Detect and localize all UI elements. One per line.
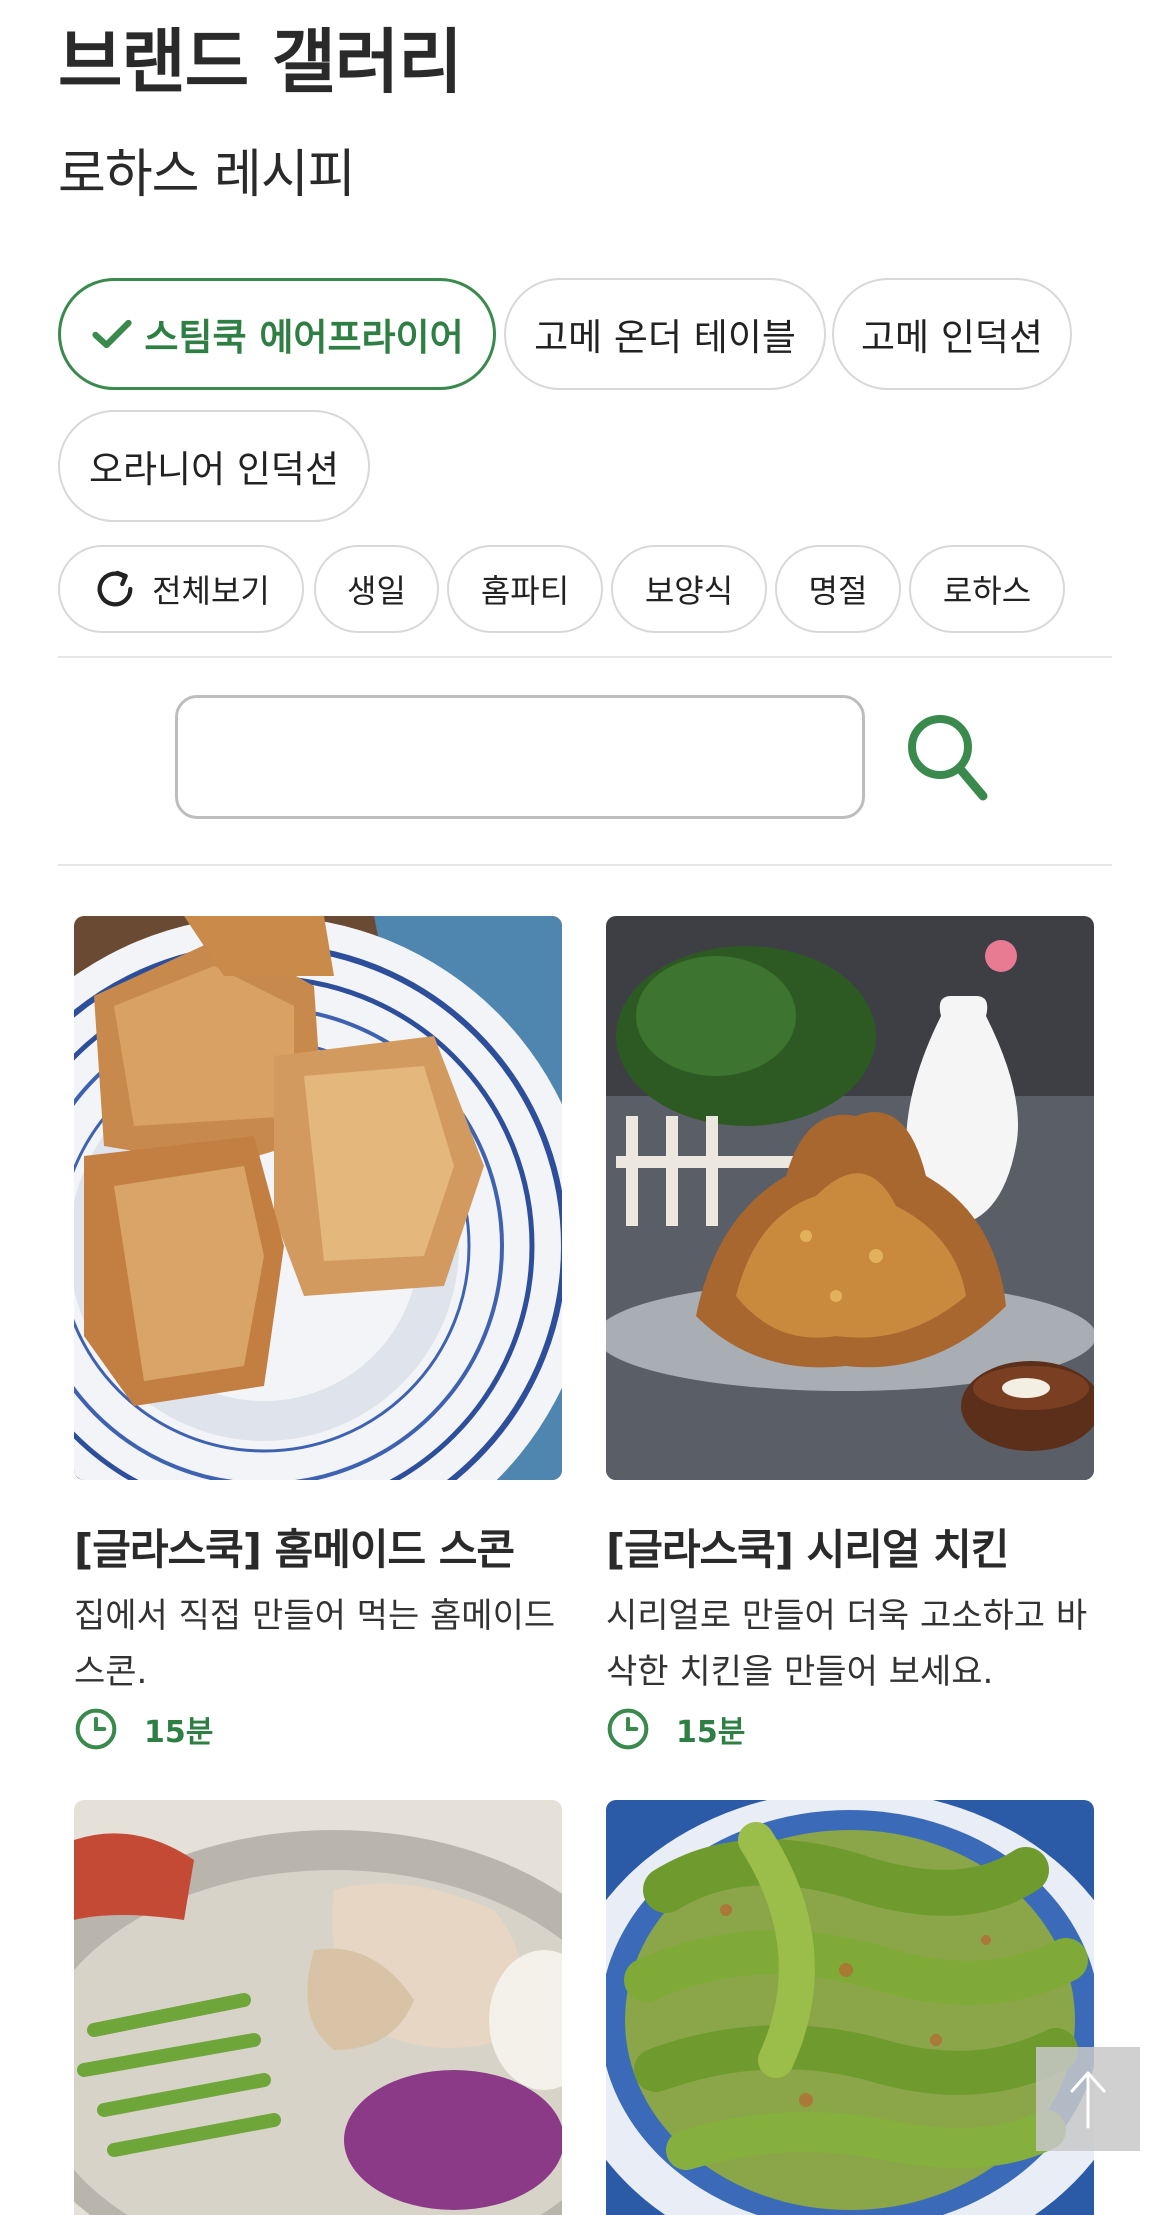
recipe-card[interactable] [74, 1800, 562, 2215]
recipe-image-pepper-side-dish[interactable] [606, 1800, 1094, 2215]
category-lohas[interactable]: 로하스 [909, 545, 1065, 633]
arrow-up-icon [1070, 2071, 1106, 2129]
tab-gourmet-induction[interactable]: 고메 인덕션 [832, 278, 1072, 390]
recipe-title[interactable]: [글라스쿡] 홈메이드 스콘 [74, 1516, 594, 1577]
time-label: 15분 [676, 1715, 746, 1750]
recipe-card[interactable]: [글라스쿡] 시리얼 치킨 시리얼로 만들어 더욱 고소하고 바삭한 치킨을 만… [606, 916, 1094, 1756]
cooking-time: 15분 [606, 1706, 745, 1752]
recipe-card[interactable]: [글라스쿡] 홈메이드 스콘 집에서 직접 만들어 먹는 홈메이드 스콘. 15… [74, 916, 562, 1756]
category-label: 명절 [808, 572, 868, 610]
tab-steamcook-airfryer[interactable]: 스팀쿡 에어프라이어 [58, 278, 496, 390]
divider [58, 656, 1112, 658]
page-title: 브랜드 갤러리 [58, 21, 463, 103]
category-holiday[interactable]: 명절 [775, 545, 901, 633]
tab-label: 오라니어 인덕션 [88, 448, 340, 491]
section-subtitle: 로하스 레시피 [58, 145, 356, 205]
recipe-title[interactable]: [글라스쿡] 시리얼 치킨 [606, 1516, 1126, 1577]
search-input[interactable] [175, 695, 865, 819]
clock-icon [75, 1708, 117, 1750]
tab-oranier-induction[interactable]: 오라니어 인덕션 [58, 410, 370, 522]
category-home-party[interactable]: 홈파티 [447, 545, 603, 633]
category-label: 홈파티 [480, 572, 570, 610]
tab-label: 고메 온더 테이블 [534, 316, 796, 359]
category-label: 로하스 [942, 572, 1032, 610]
recipe-card[interactable] [606, 1800, 1094, 2215]
category-label: 전체보기 [152, 572, 270, 610]
category-filters: 전체보기 생일 홈파티 보양식 명절 로하스 [58, 545, 1112, 633]
recipe-image-cereal-chicken[interactable] [606, 916, 1094, 1480]
category-label: 생일 [347, 572, 406, 610]
category-label: 보양식 [644, 572, 734, 610]
search-button[interactable] [903, 710, 993, 808]
clock-icon [607, 1708, 649, 1750]
recipe-image-chicken-noodle[interactable] [74, 1800, 562, 2215]
check-icon [92, 319, 132, 349]
refresh-icon [97, 570, 133, 607]
tab-gourmet-on-the-table[interactable]: 고메 온더 테이블 [504, 278, 826, 390]
recipe-image-scones[interactable] [74, 916, 562, 1480]
category-all[interactable]: 전체보기 [58, 545, 304, 633]
recipe-description: 집에서 직접 만들어 먹는 홈메이드 스콘. [74, 1596, 556, 1692]
divider [58, 864, 1112, 866]
scroll-top-button[interactable] [1036, 2047, 1140, 2151]
tab-label: 고메 인덕션 [861, 316, 1043, 359]
category-birthday[interactable]: 생일 [314, 545, 439, 633]
cooking-time: 15분 [74, 1706, 213, 1752]
time-label: 15분 [144, 1715, 214, 1750]
search-icon [908, 715, 988, 801]
tab-label: 스팀쿡 에어프라이어 [144, 316, 464, 359]
recipe-description: 시리얼로 만들어 더욱 고소하고 바삭한 치킨을 만들어 보세요. [606, 1596, 1088, 1692]
category-health-food[interactable]: 보양식 [611, 545, 767, 633]
